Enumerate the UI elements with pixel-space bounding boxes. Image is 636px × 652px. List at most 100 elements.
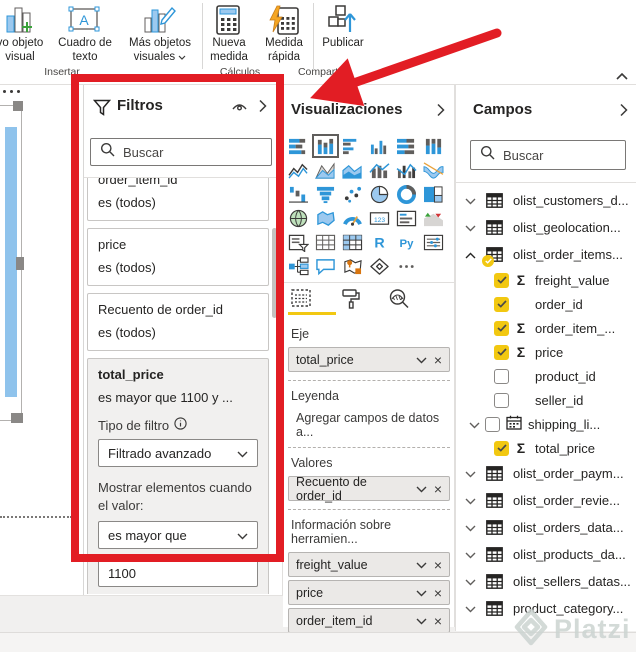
advanced-filter-card[interactable]: total_price es mayor que 1100 y ... Tipo d… [87,358,269,594]
collapse-pane-icon[interactable] [619,103,628,122]
chevron-down-icon[interactable] [465,574,479,589]
treemap-icon[interactable] [421,183,446,205]
collapse-pane-icon[interactable] [436,103,445,122]
chevron-down-icon[interactable] [416,614,427,628]
resize-handle-bottom[interactable] [11,413,23,423]
100-stacked-column-chart-icon[interactable] [421,135,446,157]
chevron-down-icon[interactable] [416,558,427,572]
filters-search-input[interactable] [123,144,262,160]
filter-card[interactable]: Recuento de order_id es (todos) [87,293,269,351]
power-apps-visual-icon[interactable] [367,255,392,277]
filters-search-box[interactable] [90,138,272,166]
remove-field-icon[interactable]: × [434,585,442,601]
chevron-down-icon[interactable] [465,520,479,535]
more-options-icon[interactable] [394,255,419,277]
condition1-value-input[interactable] [98,559,258,587]
fields-tree-field-row[interactable]: Σprice [456,340,636,364]
ribbon-collapse-icon[interactable] [616,68,628,86]
stacked-bar-chart-icon[interactable] [286,135,311,157]
decomposition-tree-icon[interactable] [286,255,311,277]
clustered-column-chart-icon[interactable] [367,135,392,157]
resize-handle-middle[interactable] [16,257,24,270]
chevron-up-icon[interactable] [465,247,479,262]
stacked-column-chart-icon[interactable] [312,134,339,158]
chevron-down-icon[interactable] [416,353,427,367]
matrix-icon[interactable] [340,231,365,253]
fields-tree-field-row[interactable]: shipping_li... [456,412,636,436]
chevron-down-icon[interactable] [416,482,427,496]
resize-handle-top[interactable] [13,101,23,111]
field-pill[interactable]: total_price × [288,347,450,372]
line-clustered-column-chart-icon[interactable] [394,159,419,181]
remove-field-icon[interactable]: × [434,557,442,573]
remove-field-icon[interactable]: × [434,481,442,497]
fields-tab[interactable] [288,286,314,310]
pie-chart-icon[interactable] [367,183,392,205]
fields-search-input[interactable] [503,147,616,163]
python-visual-icon[interactable]: Py [394,231,419,253]
filter-card[interactable]: order_item_id es (todos) [87,178,269,221]
slicer-icon[interactable] [286,231,311,253]
fields-tree-field-row[interactable]: order_id [456,292,636,316]
field-pill[interactable]: freight_value × [288,552,450,577]
cuadro-de-texto-button[interactable]: A Cuadro de texto [52,0,118,70]
fields-tree-table-row[interactable]: olist_order_revie... [456,487,636,514]
funnel-chart-icon[interactable] [313,183,338,205]
field-checkbox[interactable] [494,392,509,408]
stacked-area-chart-icon[interactable] [340,159,365,181]
fields-tree-field-row[interactable]: Σfreight_value [456,268,636,292]
donut-chart-icon[interactable] [394,183,419,205]
nueva-medida-button[interactable]: Nueva medida [203,0,255,70]
filter-type-dropdown[interactable]: Filtrado avanzado [98,439,258,467]
fields-tree-table-row[interactable]: olist_geolocation... [456,214,636,241]
fields-tree-field-row[interactable]: product_id [456,364,636,388]
field-pill[interactable]: order_item_id × [288,608,450,633]
chevron-down-icon[interactable] [469,417,482,432]
table-icon[interactable] [313,231,338,253]
chevron-down-icon[interactable] [416,586,427,600]
visual-options-dots-icon[interactable] [3,90,20,93]
field-pill[interactable]: Recuento de order_id × [288,475,450,503]
field-checkbox[interactable] [494,296,509,312]
chevron-down-icon[interactable] [465,493,479,508]
publicar-button[interactable]: Publicar [314,0,372,70]
nuevo-objeto-visual-button[interactable]: vo objeto visual [0,0,52,70]
field-checkbox[interactable] [494,272,509,288]
filled-map-icon[interactable] [313,207,338,229]
format-tab[interactable] [337,286,363,310]
fields-tree-field-row[interactable]: Σtotal_price [456,436,636,460]
multi-row-card-icon[interactable] [394,207,419,229]
line-stacked-column-chart-icon[interactable] [367,159,392,181]
collapse-pane-icon[interactable] [258,99,267,118]
gauge-icon[interactable] [340,207,365,229]
chevron-down-icon[interactable] [465,547,479,562]
field-checkbox[interactable] [494,368,509,384]
card-icon[interactable]: 123 [367,207,392,229]
r-script-visual-icon[interactable]: R [367,231,392,253]
ribbon-chart-icon[interactable] [421,159,446,181]
fields-tree-table-row[interactable]: olist_order_paym... [456,460,636,487]
scatter-chart-icon[interactable] [340,183,365,205]
kpi-icon[interactable] [421,207,446,229]
fields-search-box[interactable] [470,140,626,170]
chevron-down-icon[interactable] [465,193,479,208]
field-checkbox[interactable] [494,344,509,360]
clustered-bar-chart-icon[interactable] [340,135,365,157]
chevron-down-icon[interactable] [465,601,479,616]
qa-visual-icon[interactable] [313,255,338,277]
eye-icon[interactable] [231,100,248,119]
fields-tree-field-row[interactable]: seller_id [456,388,636,412]
fields-tree-table-row[interactable]: olist_sellers_datas... [456,568,636,595]
report-canvas[interactable] [0,85,83,595]
fields-tree-table-row[interactable]: olist_orders_data... [456,514,636,541]
chevron-down-icon[interactable] [465,220,479,235]
medida-rapida-button[interactable]: Medida rápida [255,0,313,70]
map-icon[interactable] [286,207,311,229]
fields-tree-table-row[interactable]: olist_products_da... [456,541,636,568]
field-checkbox[interactable] [485,416,500,432]
remove-field-icon[interactable]: × [434,352,442,368]
fields-tree-field-row[interactable]: Σorder_item_... [456,316,636,340]
waterfall-chart-icon[interactable] [286,183,311,205]
area-chart-icon[interactable] [313,159,338,181]
remove-field-icon[interactable]: × [434,613,442,629]
